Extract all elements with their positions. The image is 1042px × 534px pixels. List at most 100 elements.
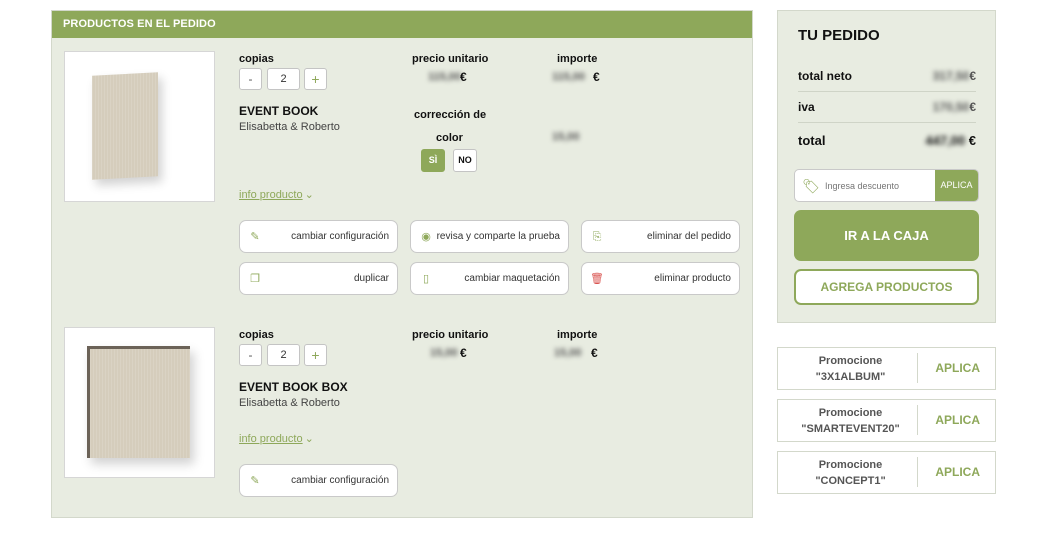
action-label: revisa y comparte la prueba (436, 231, 560, 242)
quantity-field[interactable]: 2 (267, 344, 300, 366)
total-value-wrap: 447,00 € (925, 133, 976, 148)
duplicate-button[interactable]: ❐ duplicar (239, 262, 398, 295)
unit-price-label: precio unitario (412, 329, 489, 341)
info-product-link[interactable]: info producto ⌄ (239, 188, 314, 201)
promotion-card: Promocione "CONCEPT1" APLICA (777, 451, 996, 494)
promotion-card: Promocione "3X1ALBUM" APLICA (777, 347, 996, 390)
action-label: eliminar del pedido (647, 231, 731, 242)
net-total-row: total neto 317,50€ (798, 69, 976, 83)
info-product-label: info producto (239, 433, 303, 445)
color-correction-price: 15,00 (552, 131, 580, 143)
divider (917, 405, 918, 435)
amount-label: importe (557, 53, 598, 65)
amount-label: importe (557, 329, 598, 341)
product-thumbnail[interactable] (64, 51, 215, 202)
divider (798, 122, 976, 123)
quantity-stepper: - 2 + (239, 344, 327, 366)
price-tag-icon: 🏷 (802, 178, 820, 194)
color-correction-no-toggle[interactable]: NO (453, 149, 477, 172)
promotion-line-1: Promocione (818, 407, 883, 419)
increase-button[interactable]: + (304, 344, 327, 366)
vat-row: iva 170,50€ (798, 100, 976, 114)
net-total-value: 317,50 (932, 69, 970, 83)
vat-value: 170,50 (932, 100, 970, 114)
decrease-button[interactable]: - (239, 68, 262, 90)
apply-promotion-button[interactable]: APLICA (935, 452, 980, 493)
action-label: duplicar (353, 273, 389, 284)
order-summary-panel: TU PEDIDO total neto 317,50€ iva 170,50€… (777, 10, 996, 323)
currency-symbol: € (968, 133, 976, 148)
checkout-button[interactable]: IR A LA CAJA (794, 210, 979, 261)
info-product-link[interactable]: info producto ⌄ (239, 432, 314, 445)
quantity-field[interactable]: 2 (267, 68, 300, 90)
net-total-label: total neto (798, 69, 852, 83)
product-name: EVENT BOOK BOX (239, 380, 348, 394)
product-subtitle: Elisabetta & Roberto (239, 397, 340, 409)
apply-discount-button[interactable]: APLICA (935, 170, 978, 201)
duplicate-icon: ❐ (250, 273, 260, 285)
product-item: copias - 2 + precio unitario 15,00 € imp… (52, 314, 752, 514)
change-configuration-button[interactable]: ✎ cambiar configuración (239, 220, 398, 253)
increase-button[interactable]: + (304, 68, 327, 90)
decrease-button[interactable]: - (239, 344, 262, 366)
total-label: total (798, 133, 826, 148)
products-panel: PRODUCTOS EN EL PEDIDO copias - 2 + prec… (51, 10, 753, 518)
amount-value: 15,00 (554, 347, 582, 359)
amount-value: 115,00 (552, 71, 586, 83)
apply-promotion-button[interactable]: APLICA (935, 348, 980, 389)
currency-symbol: € (591, 346, 598, 360)
copies-label: copias (239, 329, 274, 341)
vat-label: iva (798, 100, 815, 114)
book-box-image (87, 346, 190, 458)
total-row: total 447,00 € (798, 133, 976, 148)
product-item: copias - 2 + precio unitario 115,00 € im… (52, 38, 752, 298)
promotion-text: Promocione "3X1ALBUM" (778, 348, 923, 389)
product-thumbnail[interactable] (64, 327, 215, 478)
discount-field: 🏷 APLICA (794, 169, 979, 202)
eye-icon: ◉ (421, 231, 431, 243)
currency-symbol: € (460, 70, 467, 84)
action-label: cambiar configuración (291, 475, 389, 486)
review-share-proof-button[interactable]: ◉ revisa y comparte la prueba (410, 220, 569, 253)
edit-icon: ✎ (250, 231, 260, 243)
product-name: EVENT BOOK (239, 104, 319, 118)
action-label: cambiar configuración (291, 231, 389, 242)
total-value: 447,00 (925, 133, 966, 148)
currency-symbol: € (969, 69, 976, 83)
divider (917, 457, 918, 487)
change-layout-button[interactable]: ▯ cambiar maquetación (410, 262, 569, 295)
product-subtitle: Elisabetta & Roberto (239, 121, 340, 133)
promotion-code: "SMARTEVENT20" (801, 423, 900, 435)
chevron-down-icon: ⌄ (304, 433, 314, 445)
promotion-code: "CONCEPT1" (815, 475, 886, 487)
chevron-down-icon: ⌄ (304, 189, 314, 201)
promotion-text: Promocione "CONCEPT1" (778, 452, 923, 493)
remove-from-order-button[interactable]: ⎘ eliminar del pedido (581, 220, 740, 253)
color-correction-label: corrección de (414, 109, 487, 121)
unit-price-value: 15,00 (430, 347, 458, 359)
currency-symbol: € (460, 346, 467, 360)
discount-input[interactable] (825, 170, 935, 201)
order-title: TU PEDIDO (798, 27, 880, 44)
action-label: eliminar producto (654, 273, 731, 284)
book-open-icon: ▯ (422, 273, 430, 285)
unit-price-label: precio unitario (412, 53, 489, 65)
book-image (92, 72, 158, 180)
edit-icon: ✎ (250, 475, 260, 487)
currency-symbol: € (969, 100, 976, 114)
trash-icon: 🗑 (590, 273, 604, 285)
action-label: cambiar maquetación (464, 273, 560, 284)
unit-price-value: 115,00 (428, 71, 462, 83)
apply-promotion-button[interactable]: APLICA (935, 400, 980, 441)
remove-from-order-icon: ⎘ (592, 231, 602, 243)
divider (917, 353, 918, 383)
change-configuration-button[interactable]: ✎ cambiar configuración (239, 464, 398, 497)
products-panel-title: PRODUCTOS EN EL PEDIDO (52, 11, 752, 38)
vat-value-wrap: 170,50€ (933, 100, 976, 114)
currency-symbol: € (593, 70, 600, 84)
promotion-code: "3X1ALBUM" (815, 371, 886, 383)
delete-product-button[interactable]: 🗑 eliminar producto (581, 262, 740, 295)
net-total-value-wrap: 317,50€ (933, 69, 976, 83)
add-products-button[interactable]: AGREGA PRODUCTOS (794, 269, 979, 305)
color-correction-yes-toggle[interactable]: SÌ (421, 149, 445, 172)
